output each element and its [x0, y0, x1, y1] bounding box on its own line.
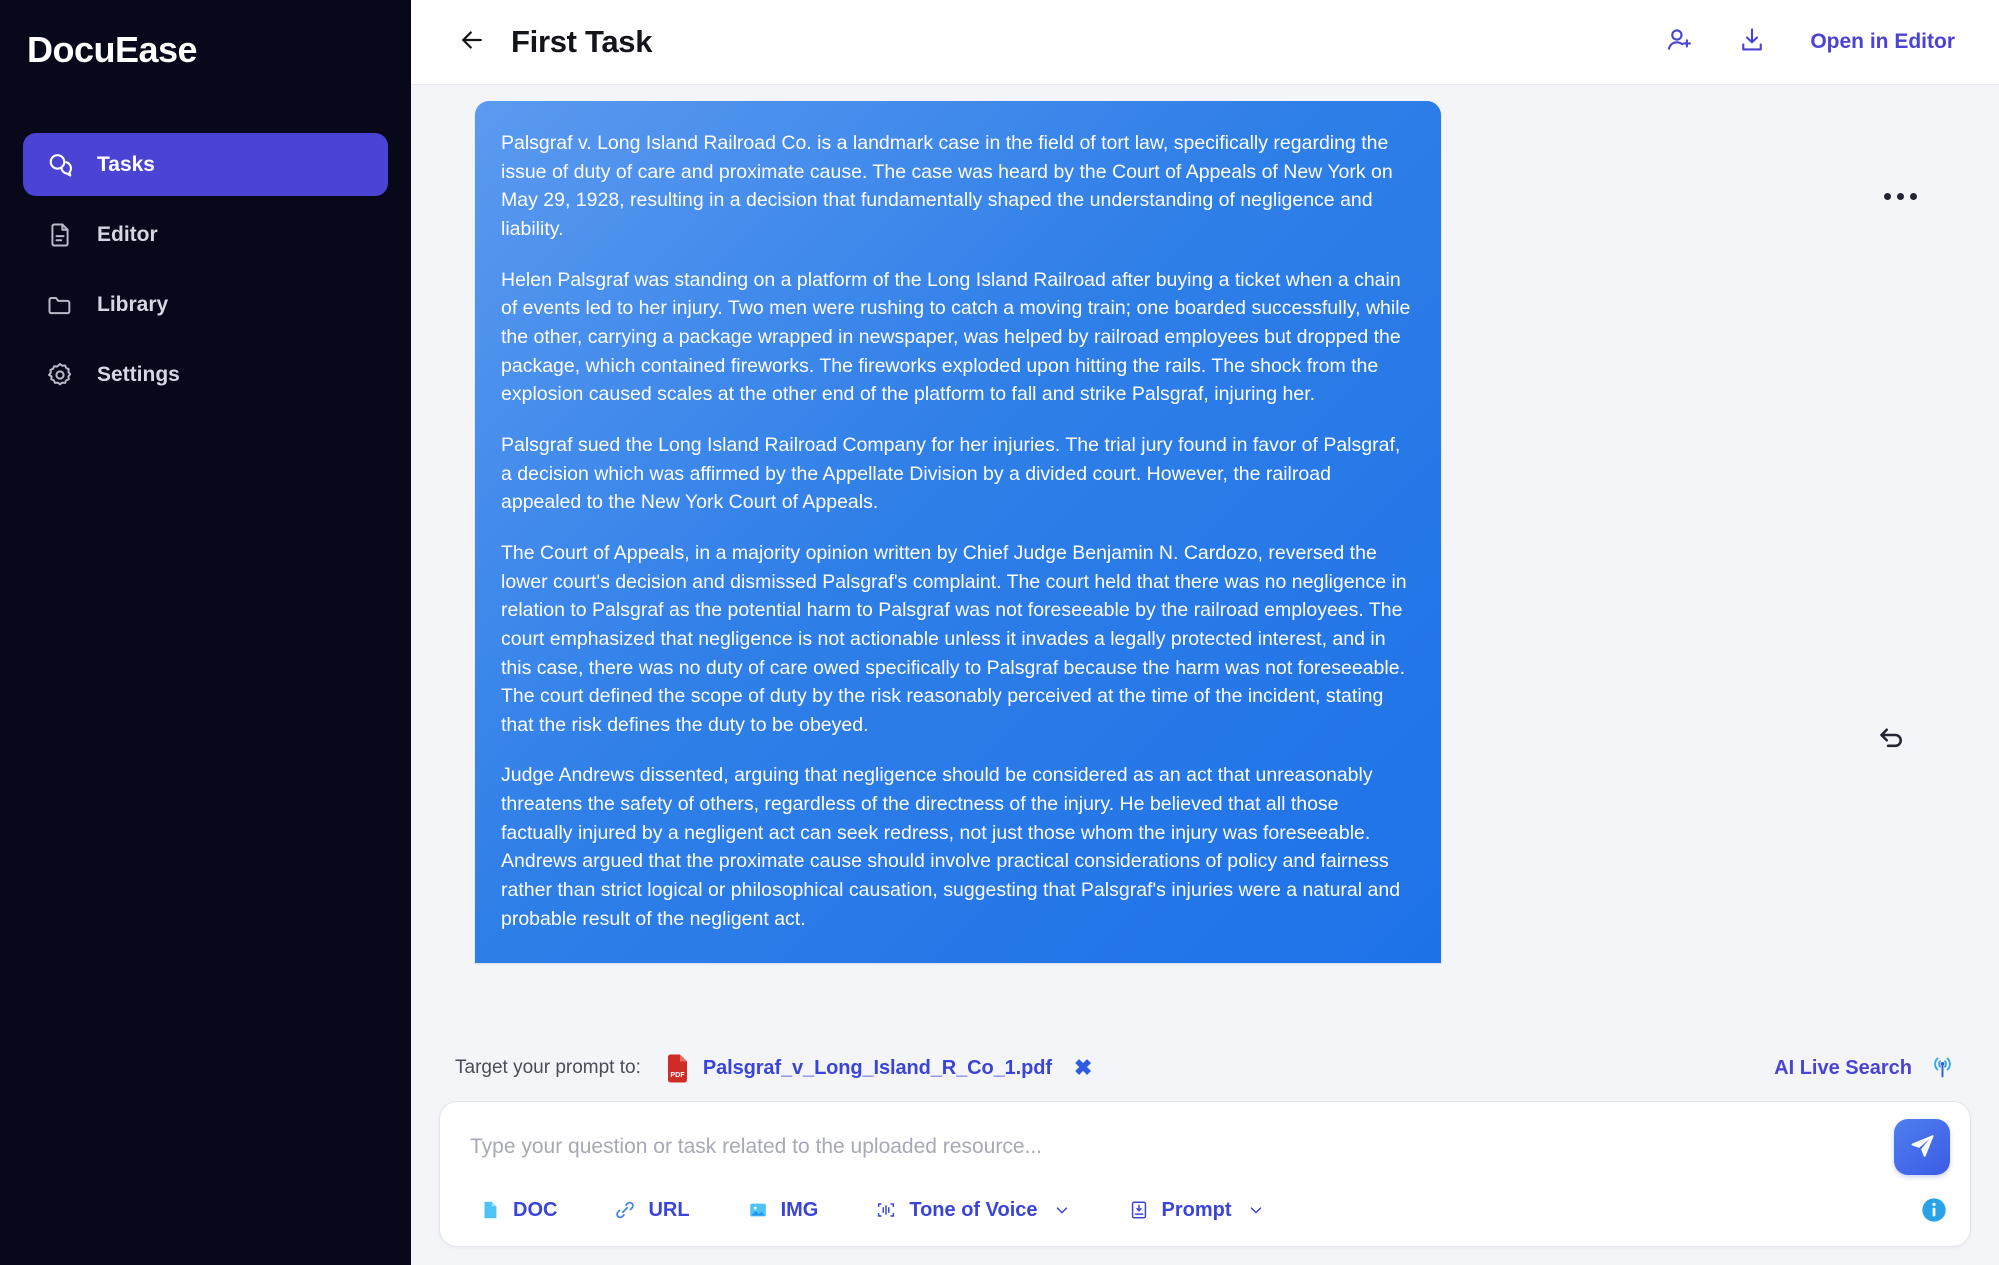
send-button[interactable] [1894, 1119, 1950, 1175]
sidebar-nav: Tasks Editor Library Settings [0, 133, 411, 406]
message-more-options-button[interactable] [1884, 193, 1917, 200]
open-in-editor-button[interactable]: Open in Editor [1804, 30, 1963, 54]
chat-bubbles-icon [45, 150, 75, 180]
regenerate-undo-button[interactable] [1874, 717, 1910, 753]
top-bar-actions: Open in Editor [1660, 22, 1963, 62]
tool-img-button[interactable]: IMG [746, 1198, 819, 1222]
sidebar: DocuEase Tasks Editor Library Settings [0, 0, 411, 1265]
message-paragraph: Palsgraf v. Long Island Railroad Co. is … [501, 132, 1393, 240]
ai-live-search-label: AI Live Search [1774, 1056, 1912, 1079]
sidebar-item-tasks[interactable]: Tasks [23, 133, 388, 197]
attachment-chip[interactable]: PDF Palsgraf_v_Long_Island_R_Co_1.pdf [665, 1054, 1052, 1083]
attachment-filename: Palsgraf_v_Long_Island_R_Co_1.pdf [702, 1056, 1052, 1079]
assistant-message-bubble: Palsgraf v. Long Island Railroad Co. is … [475, 101, 1441, 964]
link-icon [613, 1198, 637, 1222]
back-button[interactable] [455, 25, 489, 59]
page-title: First Task [511, 24, 653, 59]
arrow-left-icon [457, 25, 487, 60]
download-button[interactable] [1732, 22, 1772, 62]
tool-tone-of-voice-button[interactable]: Tone of Voice [874, 1198, 1070, 1222]
gear-icon [45, 360, 75, 390]
download-icon [1737, 25, 1767, 60]
app-window: DocuEase Tasks Editor Library Settings F… [0, 0, 1999, 1265]
top-bar: First Task Open in Editor [411, 0, 1999, 85]
pdf-file-icon: PDF [665, 1054, 690, 1083]
sidebar-item-editor[interactable]: Editor [23, 203, 388, 266]
message-paragraph: The Court of Appeals, in a majority opin… [501, 541, 1407, 736]
info-button[interactable] [1920, 1196, 1948, 1224]
message-paragraph: Helen Palsgraf was standing on a platfor… [501, 268, 1411, 406]
sidebar-item-label: Library [97, 292, 169, 316]
message-row: Palsgraf v. Long Island Railroad Co. is … [411, 101, 1999, 964]
composer-tools-row: DOC URL IMG Tone of Voice Prompt [456, 1178, 1954, 1236]
image-icon [746, 1198, 770, 1222]
folder-icon [45, 290, 75, 320]
sidebar-item-label: Editor [97, 222, 158, 246]
tool-label: URL [648, 1198, 690, 1221]
svg-text:PDF: PDF [670, 1070, 685, 1079]
send-paper-plane-icon [1908, 1131, 1936, 1164]
invite-user-button[interactable] [1660, 22, 1700, 62]
broadcast-antenna-icon [1928, 1051, 1957, 1085]
target-prompt-label: Target your prompt to: [455, 1057, 641, 1078]
tool-prompt-button[interactable]: Prompt [1127, 1198, 1265, 1222]
message-paragraph: Judge Andrews dissented, arguing that ne… [501, 764, 1401, 930]
more-horizontal-icon-dot [1910, 193, 1917, 200]
doc-file-icon [478, 1198, 502, 1222]
chevron-down-icon [1053, 1201, 1071, 1219]
tool-url-button[interactable]: URL [613, 1198, 690, 1222]
message-paragraph: Palsgraf sued the Long Island Railroad C… [501, 433, 1401, 514]
more-horizontal-icon-dot [1884, 193, 1891, 200]
prompt-book-icon [1127, 1198, 1151, 1222]
sidebar-item-library[interactable]: Library [23, 273, 388, 336]
composer-box: DOC URL [439, 1101, 1971, 1247]
undo-arrow-icon [1874, 728, 1910, 757]
app-logo: DocuEase [27, 29, 198, 70]
tool-doc-button[interactable]: DOC [478, 1198, 557, 1222]
composer-input-row [456, 1116, 1954, 1178]
tool-label: Tone of Voice [909, 1198, 1038, 1221]
composer-wrapper: Target your prompt to: PDF Palsgraf_v_Lo… [411, 1045, 1999, 1265]
info-circle-icon [1920, 1198, 1948, 1228]
tool-label: DOC [513, 1198, 558, 1221]
ai-live-search-toggle[interactable]: AI Live Search [1774, 1051, 1957, 1085]
main-panel: First Task Open in Editor Palsgraf v. Lo… [411, 0, 1999, 1265]
more-horizontal-icon-dot [1897, 193, 1904, 200]
sidebar-item-label: Tasks [97, 152, 155, 176]
target-prompt-row: Target your prompt to: PDF Palsgraf_v_Lo… [411, 1045, 1999, 1091]
chevron-down-icon [1247, 1201, 1265, 1219]
tool-label: IMG [780, 1198, 819, 1221]
sidebar-item-settings[interactable]: Settings [23, 343, 388, 406]
prompt-input[interactable] [470, 1116, 1880, 1178]
chat-area: Palsgraf v. Long Island Railroad Co. is … [411, 85, 1999, 1045]
tool-label: Prompt [1161, 1198, 1232, 1221]
sidebar-item-label: Settings [97, 362, 180, 386]
tone-of-voice-icon [874, 1198, 898, 1222]
add-user-icon [1665, 25, 1695, 60]
document-icon [45, 220, 75, 250]
remove-attachment-button[interactable]: ✖ [1074, 1057, 1092, 1079]
